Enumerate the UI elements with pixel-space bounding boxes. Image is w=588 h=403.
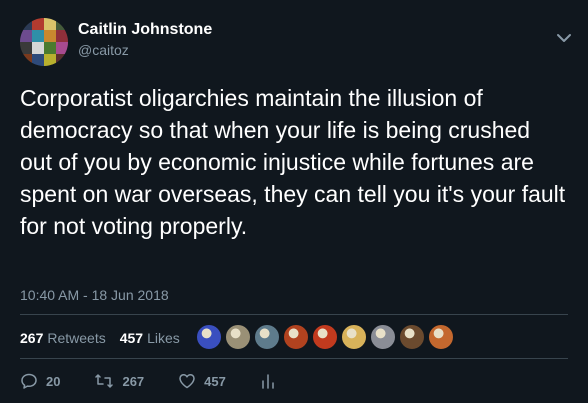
retweet-icon — [95, 374, 114, 388]
reply-icon — [21, 373, 37, 389]
likes-label: Likes — [147, 330, 180, 346]
chevron-down-icon — [557, 34, 571, 42]
liker-avatar[interactable] — [196, 324, 222, 350]
liker-avatar[interactable] — [312, 324, 338, 350]
divider-bottom — [20, 358, 568, 359]
liker-avatars — [196, 324, 457, 350]
retweets-count: 267 — [20, 330, 44, 346]
reply-button[interactable]: 20 — [20, 372, 60, 390]
analytics-icon — [262, 374, 274, 389]
divider-top — [20, 314, 568, 315]
tweet-text: Corporatist oligarchies maintain the ill… — [20, 85, 566, 239]
liker-avatar[interactable] — [428, 324, 454, 350]
avatar[interactable] — [20, 18, 68, 66]
liker-avatar[interactable] — [225, 324, 251, 350]
liker-avatar[interactable] — [283, 324, 309, 350]
like-count: 457 — [204, 373, 226, 389]
liker-avatar[interactable] — [399, 324, 425, 350]
retweets-stat[interactable]: 267 Retweets — [20, 330, 106, 346]
liker-avatar[interactable] — [370, 324, 396, 350]
avatar-image — [20, 18, 68, 66]
tweet-card: Caitlin Johnstone @caitoz Corporatist ol… — [0, 0, 588, 403]
liker-avatar[interactable] — [341, 324, 367, 350]
author-name[interactable]: Caitlin Johnstone — [78, 21, 212, 39]
heart-icon — [179, 374, 195, 389]
more-options-button[interactable] — [554, 28, 574, 48]
like-button[interactable]: 457 — [178, 372, 226, 390]
retweet-button[interactable]: 267 — [94, 372, 144, 390]
engagement-stats: 267 Retweets 457 Likes — [20, 330, 194, 346]
liker-avatar[interactable] — [254, 324, 280, 350]
author-handle[interactable]: @caitoz — [78, 42, 129, 58]
retweets-label: Retweets — [47, 330, 106, 346]
likes-stat[interactable]: 457 Likes — [120, 330, 180, 346]
tweet-timestamp[interactable]: 10:40 AM - 18 Jun 2018 — [20, 287, 169, 303]
retweet-count: 267 — [122, 373, 145, 389]
analytics-button[interactable] — [260, 372, 284, 390]
reply-count: 20 — [46, 373, 61, 389]
likes-count: 457 — [119, 330, 144, 346]
tweet-actions: 20 267 457 — [20, 372, 318, 390]
